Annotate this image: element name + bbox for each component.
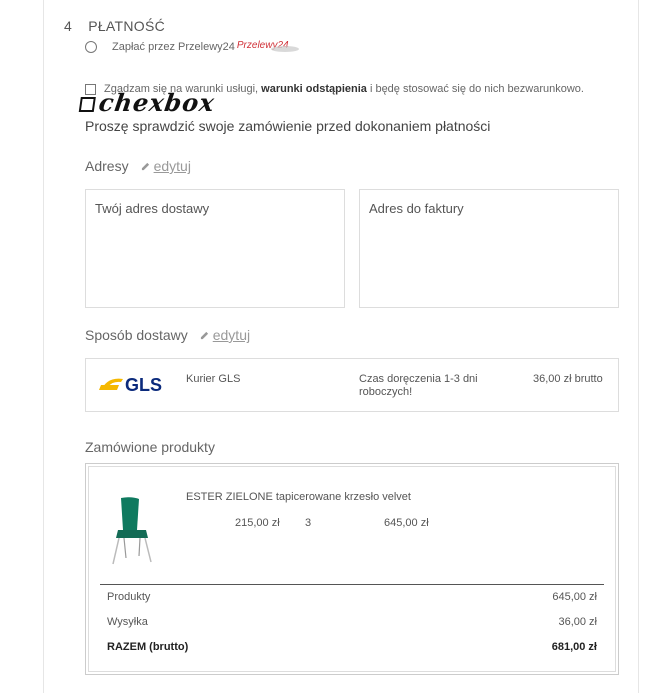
product-image bbox=[112, 497, 152, 565]
billing-address-box: Adres do faktury bbox=[359, 189, 619, 308]
payment-radio[interactable] bbox=[85, 41, 97, 53]
addresses-title: Adresy bbox=[85, 158, 129, 174]
przelewy24-logo: Przelewy24 bbox=[237, 40, 299, 52]
step-number: 4 bbox=[64, 18, 73, 34]
pencil-icon bbox=[141, 162, 149, 170]
product-line-total: 645,00 zł bbox=[384, 517, 429, 529]
product-quantity: 3 bbox=[305, 517, 312, 529]
ordered-products-box: ESTER ZIELONE tapicerowane krzesło velve… bbox=[85, 463, 619, 675]
shipping-edit-link[interactable]: edytuj bbox=[200, 327, 250, 343]
shipping-address-box: Twój adres dostawy bbox=[85, 189, 345, 308]
summary-shipping-row: Wysyłka 36,00 zł bbox=[107, 616, 597, 628]
summary-products-row: Produkty 645,00 zł bbox=[107, 591, 597, 603]
gls-logo: GLS bbox=[99, 375, 162, 395]
shipping-address-label: Twój adres dostawy bbox=[95, 201, 210, 216]
svg-text:GLS: GLS bbox=[125, 375, 162, 395]
panel-border-right bbox=[638, 0, 639, 693]
addresses-heading: Adresy edytuj bbox=[85, 158, 191, 174]
billing-address-label: Adres do faktury bbox=[369, 201, 464, 216]
panel-border-left bbox=[43, 0, 44, 693]
delivery-time: Czas doręczenia 1-3 dni roboczych! bbox=[359, 373, 478, 398]
shipping-method-row: GLS Kurier GLS Czas doręczenia 1-3 dni r… bbox=[85, 358, 619, 412]
handwritten-annotation: chexbox bbox=[78, 88, 217, 117]
addresses-edit-link[interactable]: edytuj bbox=[141, 158, 191, 174]
terms-withdrawal-link[interactable]: warunki odstąpienia bbox=[261, 83, 367, 95]
products-heading: Zamówione produkty bbox=[85, 439, 215, 455]
products-title: Zamówione produkty bbox=[85, 439, 215, 455]
summary-divider bbox=[100, 584, 604, 585]
product-name[interactable]: ESTER ZIELONE tapicerowane krzesło velve… bbox=[186, 491, 411, 503]
shipping-heading: Sposób dostawy edytuj bbox=[85, 327, 250, 343]
product-unit-price: 215,00 zł bbox=[235, 517, 280, 529]
carrier-name: Kurier GLS bbox=[186, 373, 241, 385]
step-title: PŁATNOŚĆ bbox=[88, 18, 166, 34]
step-heading: 4 PŁATNOŚĆ bbox=[64, 18, 165, 34]
shipping-price: 36,00 zł brutto bbox=[533, 373, 603, 385]
pencil-icon bbox=[200, 331, 208, 339]
payment-option-przelewy24[interactable]: Zapłać przez Przelewy24 Przelewy24 bbox=[85, 40, 299, 53]
verify-order-text: Proszę sprawdzić swoje zamówienie przed … bbox=[85, 118, 491, 134]
summary-total-row: RAZEM (brutto) 681,00 zł bbox=[107, 641, 597, 653]
payment-option-label: Zapłać przez Przelewy24 bbox=[112, 41, 235, 53]
shipping-title: Sposób dostawy bbox=[85, 327, 188, 343]
